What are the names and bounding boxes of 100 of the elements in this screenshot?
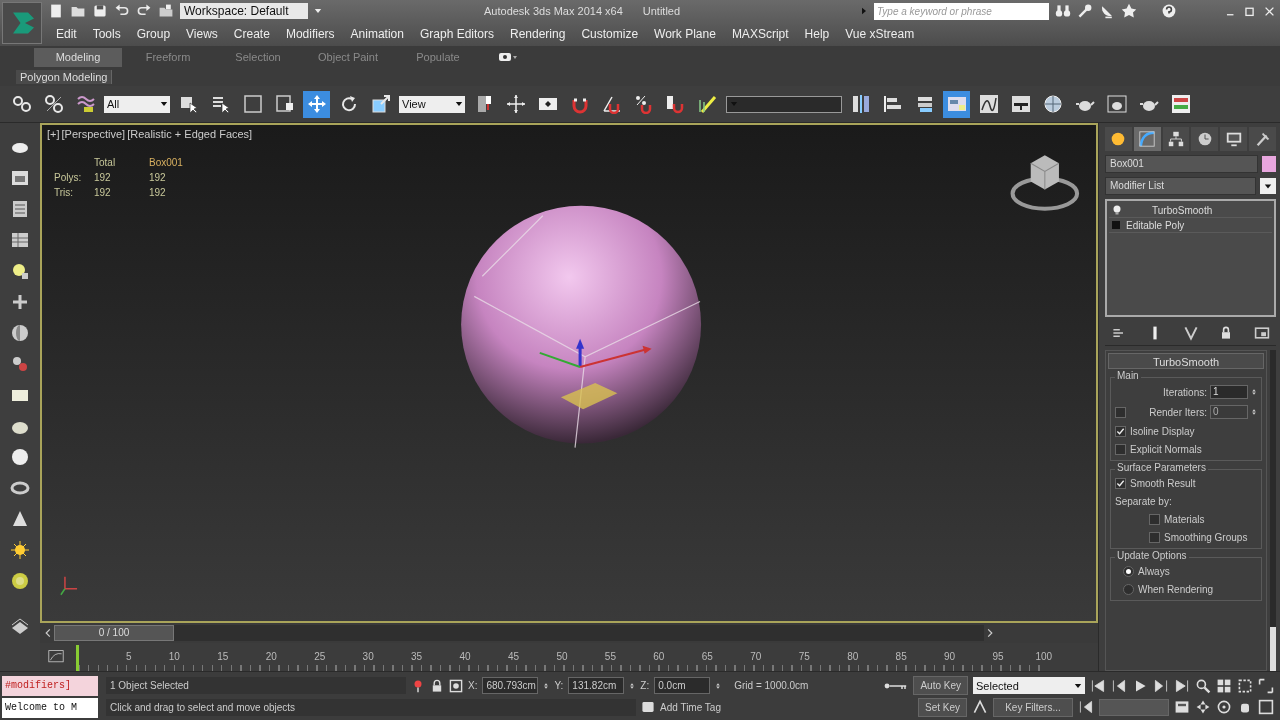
zoom-extents-all-icon[interactable]	[1258, 677, 1274, 694]
tools-icon[interactable]	[10, 292, 30, 312]
orbit-icon[interactable]	[1216, 699, 1232, 716]
coordinate-field[interactable]: 680.793cm	[482, 677, 539, 695]
sun-icon[interactable]	[10, 540, 30, 560]
go-to-end-icon[interactable]	[1174, 677, 1190, 694]
auto-key-button[interactable]: Auto Key	[913, 676, 968, 696]
time-slider-thumb[interactable]: 0 / 100	[54, 625, 174, 641]
coordinate-field[interactable]: 131.82cm	[568, 677, 625, 695]
ribbon-tab[interactable]: Modeling	[34, 48, 122, 67]
caret-icon[interactable]	[314, 7, 322, 15]
menu-item[interactable]: Group	[128, 27, 179, 41]
wrench-icon[interactable]	[1077, 3, 1093, 19]
stack-item[interactable]: TurboSmooth	[1152, 204, 1213, 216]
toggle-icon[interactable]	[498, 51, 518, 63]
command-panel-tab[interactable]	[1105, 127, 1132, 151]
viewport-menu-label[interactable]: [Perspective]	[61, 128, 126, 140]
menu-item[interactable]: Edit	[48, 27, 85, 41]
move-gizmo[interactable]	[539, 338, 652, 410]
menu-item[interactable]: Help	[796, 27, 838, 41]
viewport-menu-label[interactable]: [Realistic + Edged Faces]	[127, 128, 253, 140]
radio-button[interactable]	[1123, 565, 1134, 577]
command-panel-tab[interactable]	[1249, 127, 1276, 151]
zoom-all-icon[interactable]	[1216, 677, 1232, 694]
coordinate-system-dropdown[interactable]: View	[399, 95, 465, 113]
key-mode-icon[interactable]	[1078, 699, 1094, 716]
star-icon[interactable]	[1121, 3, 1137, 19]
menu-item[interactable]: Work Plane	[646, 27, 724, 41]
project-folder-icon[interactable]	[158, 3, 174, 19]
cone-icon[interactable]	[10, 509, 30, 529]
grid-icon[interactable]	[10, 230, 30, 250]
listener-input[interactable]: #modifiers]	[2, 676, 98, 696]
transform-mode-icon[interactable]	[449, 678, 463, 693]
command-panel-tab[interactable]	[1220, 127, 1248, 151]
go-to-start-icon[interactable]	[1090, 677, 1106, 694]
ribbon-panel-tool[interactable]	[943, 90, 970, 118]
app-logo[interactable]	[2, 2, 42, 44]
people-icon[interactable]	[10, 354, 30, 374]
menu-item[interactable]: Modifiers	[277, 27, 343, 41]
checkbox[interactable]	[1115, 477, 1126, 489]
next-frame-icon[interactable]	[1153, 677, 1169, 694]
window-icon[interactable]	[10, 168, 30, 188]
menu-item[interactable]: Tools	[84, 27, 129, 41]
new-file-icon[interactable]	[48, 3, 64, 19]
stack-item[interactable]: Editable Poly	[1126, 219, 1185, 231]
move-tool[interactable]	[303, 90, 330, 118]
color-swatch[interactable]	[1262, 156, 1276, 172]
zoom-extents-icon[interactable]	[1237, 677, 1253, 694]
save-icon[interactable]	[92, 3, 108, 19]
spinner-field[interactable]: 0	[1210, 405, 1248, 419]
set-key-button[interactable]: Set Key	[917, 697, 967, 717]
checkbox[interactable]	[1115, 443, 1126, 455]
command-panel-tab[interactable]	[1162, 127, 1190, 151]
command-panel-tab[interactable]	[1133, 127, 1161, 151]
ball-icon[interactable]	[10, 447, 30, 467]
sphere-icon[interactable]	[10, 323, 30, 343]
add-time-tag[interactable]: Add Time Tag	[660, 701, 780, 713]
ribbon-panel-label[interactable]: Polygon Modeling	[16, 69, 113, 84]
menu-item[interactable]: MAXScript	[723, 27, 797, 41]
menu-item[interactable]: Views	[178, 27, 226, 41]
light-icon[interactable]	[10, 261, 30, 281]
coordinate-field[interactable]: 0.0cm	[654, 677, 711, 695]
curve-editor-icon[interactable]	[46, 649, 66, 665]
zoom-icon[interactable]	[1195, 677, 1211, 694]
view-cube-icon[interactable]	[1010, 155, 1080, 211]
menu-item[interactable]: Graph Editors	[411, 27, 502, 41]
menu-item[interactable]: Create	[225, 27, 278, 41]
rollout-header[interactable]: TurboSmooth	[1108, 353, 1264, 369]
menu-item[interactable]: Animation	[342, 27, 412, 41]
pan-icon[interactable]	[1195, 699, 1211, 716]
disc-icon[interactable]	[10, 571, 30, 591]
configure-icon[interactable]	[1254, 325, 1270, 341]
workspace-dropdown[interactable]: Workspace: Default	[180, 3, 308, 19]
sphere-object[interactable]	[461, 205, 702, 449]
hatch-icon[interactable]	[10, 616, 30, 636]
search-field[interactable]: Type a keyword or phrase	[874, 2, 1049, 20]
checkbox[interactable]	[1149, 531, 1160, 543]
modifier-list-dropdown[interactable]: Modifier List	[1105, 177, 1256, 195]
lock-icon[interactable]	[430, 678, 444, 693]
listener-output[interactable]: Welcome to M	[2, 698, 98, 718]
named-selection-dropdown[interactable]	[726, 95, 842, 113]
binoculars-icon[interactable]	[1055, 3, 1071, 19]
radio-button[interactable]	[1123, 583, 1134, 595]
current-frame-field[interactable]	[1099, 698, 1169, 716]
object-name-field[interactable]: Box001	[1105, 155, 1258, 173]
previous-frame-icon[interactable]	[1111, 677, 1127, 694]
command-panel-tab[interactable]	[1191, 127, 1219, 151]
checkbox[interactable]	[1149, 513, 1160, 525]
key-filters-button[interactable]: Key Filters...	[993, 697, 1073, 717]
menu-item[interactable]: Customize	[573, 27, 647, 41]
satellite-icon[interactable]	[1099, 3, 1115, 19]
scrollbar[interactable]	[1270, 350, 1276, 671]
key-mode-dropdown[interactable]: Selected	[973, 677, 1085, 695]
help-icon[interactable]	[1161, 3, 1177, 19]
time-config-icon[interactable]	[1174, 699, 1190, 716]
menu-item[interactable]: Rendering	[502, 27, 574, 41]
caret-icon[interactable]	[1260, 177, 1276, 195]
spinner-field[interactable]: 1	[1210, 385, 1248, 399]
menu-item[interactable]: Vue xStream	[837, 27, 923, 41]
viewport-menu-label[interactable]: [+]	[47, 128, 60, 140]
